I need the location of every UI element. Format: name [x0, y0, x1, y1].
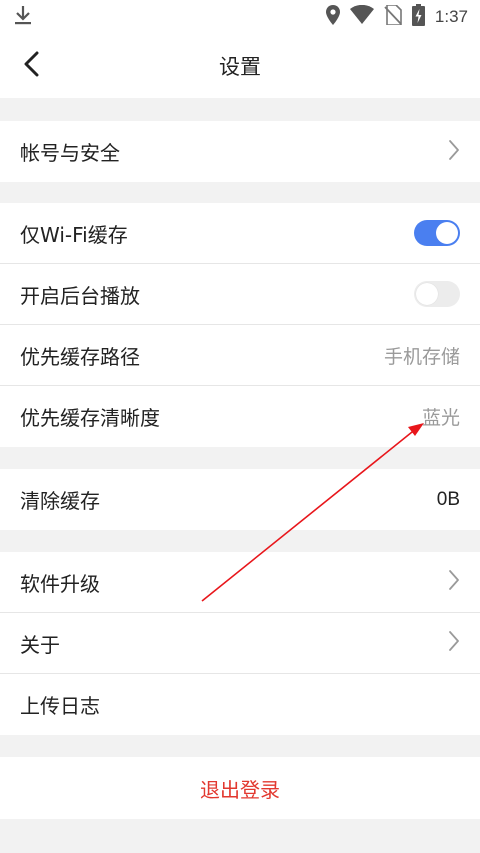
- clear-cache-label: 清除缓存: [20, 489, 100, 513]
- chevron-left-icon: [23, 51, 39, 81]
- cache-quality-row[interactable]: 优先缓存清晰度 蓝光: [0, 386, 480, 447]
- location-icon: [325, 5, 340, 29]
- cache-path-value: 手机存储: [383, 345, 460, 368]
- software-upgrade-row[interactable]: 软件升级: [0, 552, 480, 613]
- account-section: 帐号与安全: [0, 121, 480, 182]
- status-time: 1:37: [434, 7, 468, 26]
- wifi-only-cache-toggle[interactable]: [414, 220, 460, 246]
- about-row[interactable]: 关于: [0, 613, 480, 674]
- account-security-label: 帐号与安全: [20, 141, 120, 165]
- cache-section: 仅Wi-Fi缓存 开启后台播放 优先缓存路径 手机存储 优先缓存清晰度 蓝光: [0, 203, 480, 447]
- upload-log-row[interactable]: 上传日志: [0, 674, 480, 735]
- background-play-row: 开启后台播放: [0, 264, 480, 325]
- battery-charging-icon: [411, 4, 425, 30]
- cache-path-label: 优先缓存路径: [20, 344, 140, 369]
- clear-cache-section: 清除缓存 0B: [0, 469, 480, 530]
- chevron-right-icon: [448, 139, 460, 165]
- software-upgrade-label: 软件升级: [20, 571, 100, 596]
- logout-label: 退出登录: [200, 777, 280, 802]
- app-header: 设置: [0, 34, 480, 98]
- upload-log-label: 上传日志: [20, 694, 100, 718]
- no-sim-icon: [384, 4, 402, 29]
- wifi-only-cache-label: 仅Wi-Fi缓存: [20, 222, 128, 247]
- background-play-toggle[interactable]: [414, 281, 460, 307]
- chevron-right-icon: [448, 630, 460, 656]
- wifi-only-cache-row: 仅Wi-Fi缓存: [0, 203, 480, 264]
- status-bar: 1:37: [0, 0, 480, 34]
- cache-path-row[interactable]: 优先缓存路径 手机存储: [0, 325, 480, 386]
- account-security-row[interactable]: 帐号与安全: [0, 121, 480, 182]
- back-button[interactable]: [14, 46, 48, 86]
- background-play-label: 开启后台播放: [20, 283, 140, 308]
- cache-size-value: 0B: [436, 488, 460, 510]
- wifi-icon: [349, 4, 374, 29]
- misc-section: 软件升级 关于 上传日志: [0, 552, 480, 735]
- cache-quality-value: 蓝光: [421, 407, 460, 429]
- page-title: 设置: [219, 55, 261, 79]
- download-icon: [14, 5, 32, 29]
- logout-button[interactable]: 退出登录: [0, 757, 480, 819]
- clear-cache-row[interactable]: 清除缓存 0B: [0, 469, 480, 530]
- cache-quality-label: 优先缓存清晰度: [20, 406, 160, 430]
- about-label: 关于: [20, 632, 60, 657]
- chevron-right-icon: [448, 569, 460, 595]
